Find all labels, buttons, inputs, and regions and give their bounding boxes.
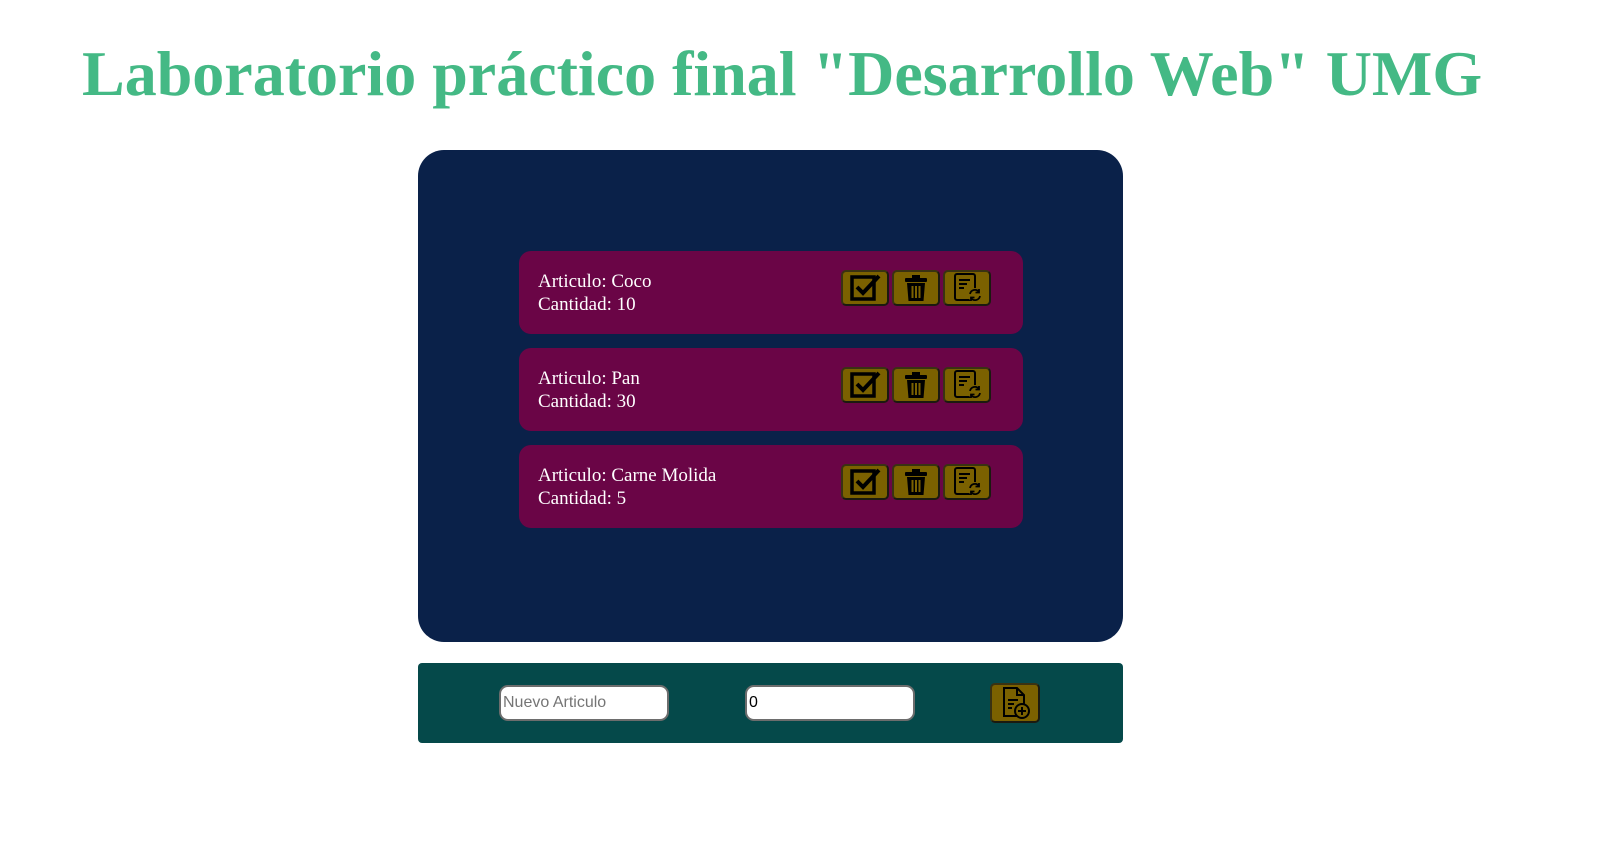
update-button[interactable] — [943, 270, 991, 306]
check-square-icon — [850, 371, 881, 398]
article-name-input[interactable] — [499, 685, 669, 721]
item-quantity: Cantidad: 10 — [538, 294, 636, 315]
update-button[interactable] — [943, 367, 991, 403]
item-article: Articulo: Coco — [538, 271, 652, 292]
check-square-icon — [850, 468, 881, 495]
item-info: Articulo: Pan Cantidad: 30 — [538, 367, 640, 413]
complete-button[interactable] — [841, 367, 889, 403]
list-item: Articulo: Pan Cantidad: 30 — [519, 348, 1023, 431]
item-list: Articulo: Coco Cantidad: 10 Articulo: Pa… — [519, 251, 1023, 542]
update-button[interactable] — [943, 464, 991, 500]
item-actions — [841, 270, 991, 306]
complete-button[interactable] — [841, 270, 889, 306]
delete-button[interactable] — [892, 464, 940, 500]
delete-button[interactable] — [892, 367, 940, 403]
trash-icon — [905, 469, 927, 495]
complete-button[interactable] — [841, 464, 889, 500]
trash-icon — [905, 372, 927, 398]
quantity-input[interactable] — [745, 685, 915, 721]
item-article: Articulo: Pan — [538, 368, 640, 389]
item-info: Articulo: Carne Molida Cantidad: 5 — [538, 464, 716, 510]
item-actions — [841, 367, 991, 403]
item-actions — [841, 464, 991, 500]
check-square-icon — [850, 274, 881, 301]
item-info: Articulo: Coco Cantidad: 10 — [538, 270, 651, 316]
item-quantity: Cantidad: 5 — [538, 488, 627, 509]
add-item-button[interactable] — [990, 683, 1040, 723]
document-refresh-icon — [954, 370, 982, 399]
list-item: Articulo: Coco Cantidad: 10 — [519, 251, 1023, 334]
list-item: Articulo: Carne Molida Cantidad: 5 — [519, 445, 1023, 528]
add-item-form — [418, 663, 1123, 743]
delete-button[interactable] — [892, 270, 940, 306]
document-add-icon — [1003, 687, 1030, 719]
document-refresh-icon — [954, 273, 982, 302]
document-refresh-icon — [954, 467, 982, 496]
item-list-panel: Articulo: Coco Cantidad: 10 Articulo: Pa… — [418, 150, 1123, 642]
item-quantity: Cantidad: 30 — [538, 391, 636, 412]
trash-icon — [905, 275, 927, 301]
page-title: Laboratorio práctico final "Desarrollo W… — [82, 38, 1483, 109]
item-article: Articulo: Carne Molida — [538, 465, 717, 486]
